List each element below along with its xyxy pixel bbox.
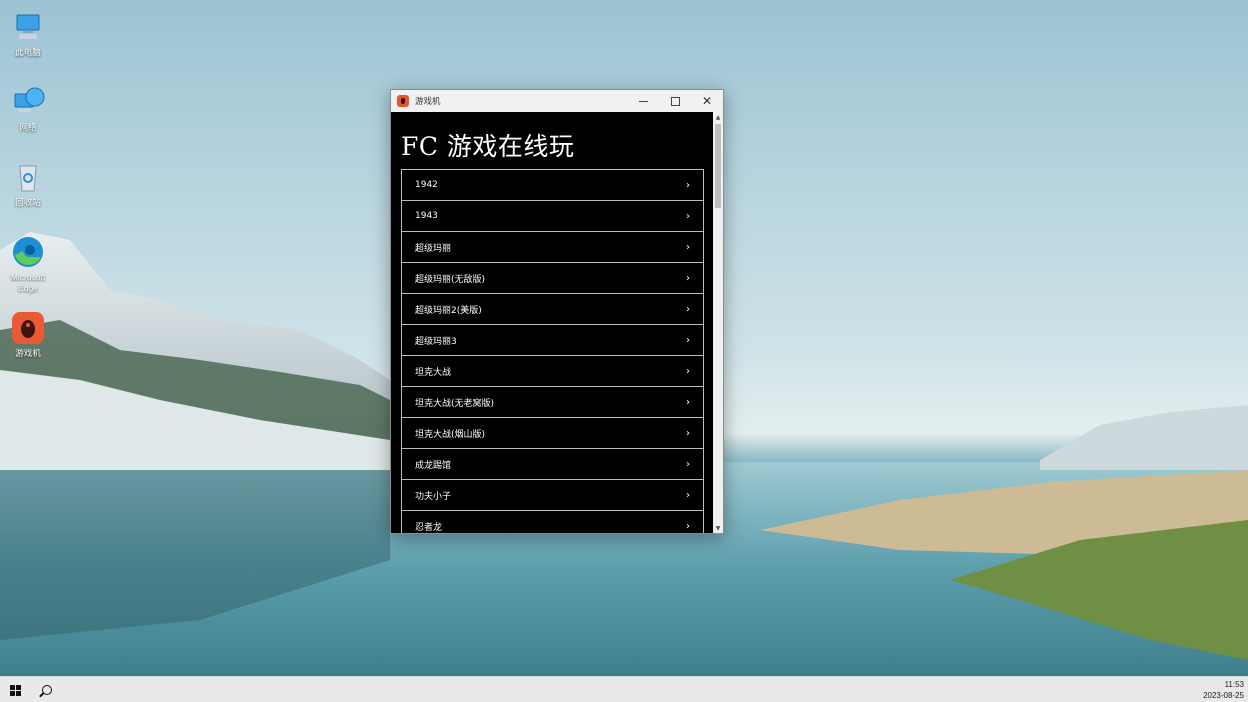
start-button[interactable] (4, 681, 26, 699)
maximize-button[interactable] (659, 90, 691, 112)
game-item-super-mario-invincible[interactable]: 超级玛丽(无敌版) › (401, 262, 704, 294)
chevron-right-icon: › (686, 334, 690, 346)
desktop-icon-label: 游戏机 (15, 348, 41, 358)
game-item-super-mario-2-us[interactable]: 超级玛丽2(美版) › (401, 293, 704, 325)
scroll-up-icon[interactable]: ▲ (713, 112, 723, 122)
chevron-right-icon: › (686, 272, 690, 284)
web-content: FC 游戏在线玩 1942 › 1943 › 超级玛丽 › 超级玛丽(无敌版) › 超级… (391, 112, 713, 533)
desktop-icon-label: 此电脑 (15, 47, 41, 57)
edge-icon (11, 235, 45, 269)
game-item-ninja-gaiden[interactable]: 忍者龙 › (401, 510, 704, 533)
game-item-label: 坦克大战(无老窝版) (415, 398, 495, 409)
game-item-kung-fu-kid[interactable]: 功夫小子 › (401, 479, 704, 511)
close-icon: ✕ (701, 94, 713, 108)
chevron-right-icon: › (686, 427, 690, 439)
game-item-label: 坦克大战 (415, 367, 452, 378)
chevron-right-icon: › (686, 210, 690, 222)
game-item-super-mario[interactable]: 超级玛丽 › (401, 231, 704, 263)
system-clock[interactable]: 11:53 2023-08-25 (1203, 679, 1244, 701)
game-item-battle-city-no-base[interactable]: 坦克大战(无老窝版) › (401, 386, 704, 418)
game-item-jackie-chan[interactable]: 成龙踢馆 › (401, 448, 704, 480)
game-item-battle-city-yanshan[interactable]: 坦克大战(烟山版) › (401, 417, 704, 449)
vertical-scrollbar[interactable]: ▲ ▼ (713, 112, 723, 533)
game-item-battle-city[interactable]: 坦克大战 › (401, 355, 704, 387)
desktop-icon-game-console[interactable]: 游戏机 (4, 311, 52, 359)
minimize-button[interactable] (627, 90, 659, 112)
desktop-icon-network[interactable]: 网络 (4, 85, 52, 133)
game-list: 1942 › 1943 › 超级玛丽 › 超级玛丽(无敌版) › 超级玛丽2(美版) › … (401, 169, 704, 533)
game-item-label: 成龙踢馆 (415, 460, 452, 471)
desktop-icon-edge[interactable]: Microsoft Edge (4, 235, 52, 294)
window-title: 游戏机 (415, 96, 441, 106)
scroll-down-icon[interactable]: ▼ (713, 523, 723, 533)
game-item-label: 超级玛丽(无敌版) (415, 274, 486, 285)
game-item-label: 1942 (415, 180, 438, 190)
title-bar[interactable]: 游戏机 ✕ (391, 90, 723, 112)
chevron-right-icon: › (686, 241, 690, 253)
taskbar: 11:53 2023-08-25 (0, 676, 1248, 702)
desktop-icon-recycle-bin[interactable]: 回收站 (4, 160, 52, 208)
app-icon (397, 95, 409, 107)
clock-date: 2023-08-25 (1203, 691, 1244, 700)
chevron-right-icon: › (686, 489, 690, 501)
game-item-label: 功夫小子 (415, 491, 452, 502)
desktop-icon-label: Microsoft Edge (10, 272, 46, 293)
chevron-right-icon: › (686, 179, 690, 191)
scrollbar-thumb[interactable] (715, 124, 721, 208)
windows-logo-icon (9, 684, 21, 696)
search-icon (42, 685, 52, 695)
network-icon (11, 85, 45, 119)
chevron-right-icon: › (686, 303, 690, 315)
search-button[interactable] (36, 681, 58, 699)
game-console-icon (11, 311, 45, 345)
game-item-label: 超级玛丽2(美版) (415, 305, 482, 316)
game-item-super-mario-3[interactable]: 超级玛丽3 › (401, 324, 704, 356)
recycle-bin-icon (11, 160, 45, 194)
maximize-icon (670, 96, 680, 106)
game-item-label: 坦克大战(烟山版) (415, 429, 486, 440)
chevron-right-icon: › (686, 458, 690, 470)
chevron-right-icon: › (686, 520, 690, 532)
game-item-1943[interactable]: 1943 › (401, 200, 704, 232)
computer-icon (11, 10, 45, 44)
app-window: 游戏机 ✕ FC 游戏在线玩 1942 › 1943 › 超级玛丽 › 超级玛丽(无敌… (390, 89, 724, 534)
game-item-label: 忍者龙 (415, 522, 443, 533)
chevron-right-icon: › (686, 365, 690, 377)
game-item-label: 超级玛丽3 (415, 336, 457, 347)
page-title: FC 游戏在线玩 (401, 132, 575, 161)
desktop-icon-label: 网络 (19, 122, 37, 132)
clock-time: 11:53 (1224, 680, 1244, 689)
minimize-icon (638, 100, 648, 102)
close-button[interactable]: ✕ (691, 90, 723, 112)
game-item-label: 1943 (415, 211, 438, 221)
game-item-1942[interactable]: 1942 › (401, 169, 704, 201)
desktop-icon-this-pc[interactable]: 此电脑 (4, 10, 52, 58)
desktop-icon-label: 回收站 (15, 197, 41, 207)
game-item-label: 超级玛丽 (415, 243, 452, 254)
chevron-right-icon: › (686, 396, 690, 408)
